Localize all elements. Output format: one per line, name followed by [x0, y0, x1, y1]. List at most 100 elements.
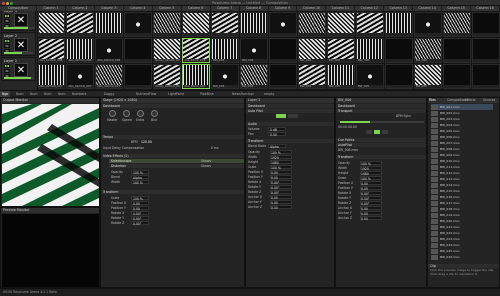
cue-points-section[interactable]: Cue Points: [336, 138, 426, 142]
layer-transform-param-value[interactable]: 0.00: [270, 175, 292, 180]
clip-slot[interactable]: [240, 12, 268, 37]
auto-pilot-section[interactable]: Auto Pilot: [246, 109, 334, 113]
clip-slot[interactable]: [182, 12, 211, 37]
clip-slot[interactable]: [124, 38, 153, 63]
video-effects-section[interactable]: Video Effects (2): [101, 154, 244, 158]
clip-slot[interactable]: BW_005: [297, 64, 326, 89]
layer-bypass-button[interactable]: B: [4, 14, 10, 18]
browser-file-item[interactable]: BW_026.mov: [431, 254, 493, 260]
clip-play-button[interactable]: [374, 130, 380, 134]
column-header[interactable]: Column 15: [442, 6, 472, 11]
clip-slot[interactable]: BW_006: [413, 38, 442, 63]
layer-transform-param-value[interactable]: 0.00°: [270, 180, 292, 185]
tempo-section[interactable]: Tempo: [101, 135, 244, 139]
transform-param-value[interactable]: 0.00°: [131, 211, 149, 216]
clip-transform-param-value[interactable]: 0.00: [360, 206, 382, 211]
layer-transform-param-value[interactable]: 100 %: [270, 165, 292, 170]
column-header[interactable]: Column 1: [37, 6, 66, 11]
column-header[interactable]: Column 5: [152, 6, 182, 11]
column-header[interactable]: Column 9: [268, 6, 298, 11]
clip-slot[interactable]: [95, 12, 124, 37]
clip-slot[interactable]: [442, 64, 471, 89]
layer-transform-section[interactable]: Transform: [246, 139, 334, 143]
layer-transform-param-value[interactable]: 0.00°: [270, 190, 292, 195]
clip-slot[interactable]: BW_006: [240, 38, 268, 63]
clip-timeline-slider[interactable]: [340, 121, 424, 123]
column-header[interactable]: Column 16: [471, 6, 500, 11]
layer-thumbnail[interactable]: ✕: [14, 38, 28, 52]
clip-transform-param-value[interactable]: 0.00: [360, 181, 382, 186]
transform-param-value[interactable]: 0.00°: [131, 216, 149, 221]
clip-transform-param-value[interactable]: 100 %: [360, 176, 382, 181]
clip-slot[interactable]: [297, 12, 326, 37]
clip-slot[interactable]: [471, 64, 500, 89]
column-header[interactable]: Column 13: [384, 6, 414, 11]
blur-knob[interactable]: [151, 110, 158, 117]
audio-param-value[interactable]: 0 dB: [268, 127, 286, 132]
clip-transform-param-value[interactable]: 0.00°: [360, 201, 382, 206]
clip-transform-param-value[interactable]: 1080: [360, 171, 382, 176]
clip-slot[interactable]: [355, 12, 384, 37]
clip-slot[interactable]: Abs_02mk0_007: [37, 64, 66, 89]
clip-slot[interactable]: Abs_02mk0_008: [95, 38, 124, 63]
fx-param-value[interactable]: 100 %: [131, 170, 149, 175]
column-header[interactable]: Column 2: [65, 6, 95, 11]
clip-transform-param-value[interactable]: 0.00: [360, 216, 382, 221]
clip-slot[interactable]: BW_005: [240, 64, 268, 89]
transform-section[interactable]: Transform: [101, 190, 244, 194]
clip-slot[interactable]: [384, 38, 413, 63]
audio-param-value[interactable]: 0.00: [268, 132, 286, 137]
clip-next-button[interactable]: [382, 130, 388, 134]
clip-slot[interactable]: Abs_02mk0_008: [37, 38, 66, 63]
clip-slot[interactable]: BW_006: [355, 38, 384, 63]
layer-bypass-button[interactable]: B: [4, 64, 10, 68]
column-header[interactable]: Column 7: [210, 6, 240, 11]
clip-transform-param-value[interactable]: 0.00°: [360, 196, 382, 201]
clip-slot[interactable]: [442, 38, 471, 63]
layer-opacity-slider[interactable]: [4, 52, 34, 54]
dashboard-section[interactable]: Dashboard: [101, 104, 244, 108]
clip-slot[interactable]: [471, 38, 500, 63]
fx-param-value[interactable]: 100 %: [131, 180, 149, 185]
transform-param-value[interactable]: 0.00: [131, 201, 149, 206]
clip-transform-param-value[interactable]: 0.00: [360, 211, 382, 216]
browser-tab[interactable]: Effects: [465, 98, 476, 103]
layer-solo-button[interactable]: S: [4, 44, 10, 48]
clip-slot[interactable]: [269, 12, 297, 37]
column-header[interactable]: Column 12: [355, 6, 385, 11]
layer-transform-param-value[interactable]: 0.00: [270, 205, 292, 210]
clip-slot[interactable]: Abs_03mk_008: [182, 38, 211, 63]
clip-slot[interactable]: Grney_02mk0_007: [153, 64, 182, 89]
clip-slot[interactable]: [269, 38, 297, 63]
blend-mode-select[interactable]: Alpha: [268, 144, 286, 149]
clip-slot[interactable]: [37, 12, 66, 37]
clip-slot[interactable]: [384, 12, 413, 37]
clip-slot[interactable]: Abs_02mk0_007: [95, 64, 124, 89]
clip-slot[interactable]: [269, 64, 297, 89]
clip-slot[interactable]: [471, 12, 500, 37]
layer-bypass-button[interactable]: B: [4, 39, 10, 43]
clip-transform-section[interactable]: Transform: [336, 155, 426, 159]
column-header[interactable]: Column 11: [326, 6, 356, 11]
column-header[interactable]: Column 8: [239, 6, 269, 11]
clip-slot[interactable]: BW_006: [326, 38, 355, 63]
browser-tab[interactable]: Files: [429, 98, 436, 103]
effect-kaleidoscope[interactable]: Kaleidoscope: [109, 159, 244, 163]
stop-button[interactable]: [288, 114, 298, 118]
clip-slot[interactable]: [211, 12, 240, 37]
clip-slot[interactable]: [66, 12, 95, 37]
clip-slot[interactable]: [413, 12, 442, 37]
layer-transform-param-value[interactable]: 100 %: [270, 150, 292, 155]
clip-transform-param-value[interactable]: 100 %: [360, 161, 382, 166]
composition-header[interactable]: Composition: [0, 6, 37, 11]
column-header[interactable]: Column 3: [94, 6, 124, 11]
clip-slot[interactable]: Grney_02mk0_008: [153, 38, 182, 63]
layer-row[interactable]: Layer 2 B S X ✕: [1, 32, 36, 56]
clip-slot[interactable]: [153, 12, 182, 37]
layer-thumbnail[interactable]: ✕: [14, 63, 28, 77]
clip-slot[interactable]: [384, 64, 413, 89]
clip-slot[interactable]: BW_005: [326, 64, 355, 89]
clip-transform-param-value[interactable]: 1920: [360, 166, 382, 171]
effect-status[interactable]: Shows: [201, 159, 211, 163]
clip-slot[interactable]: BW_006: [211, 38, 240, 63]
